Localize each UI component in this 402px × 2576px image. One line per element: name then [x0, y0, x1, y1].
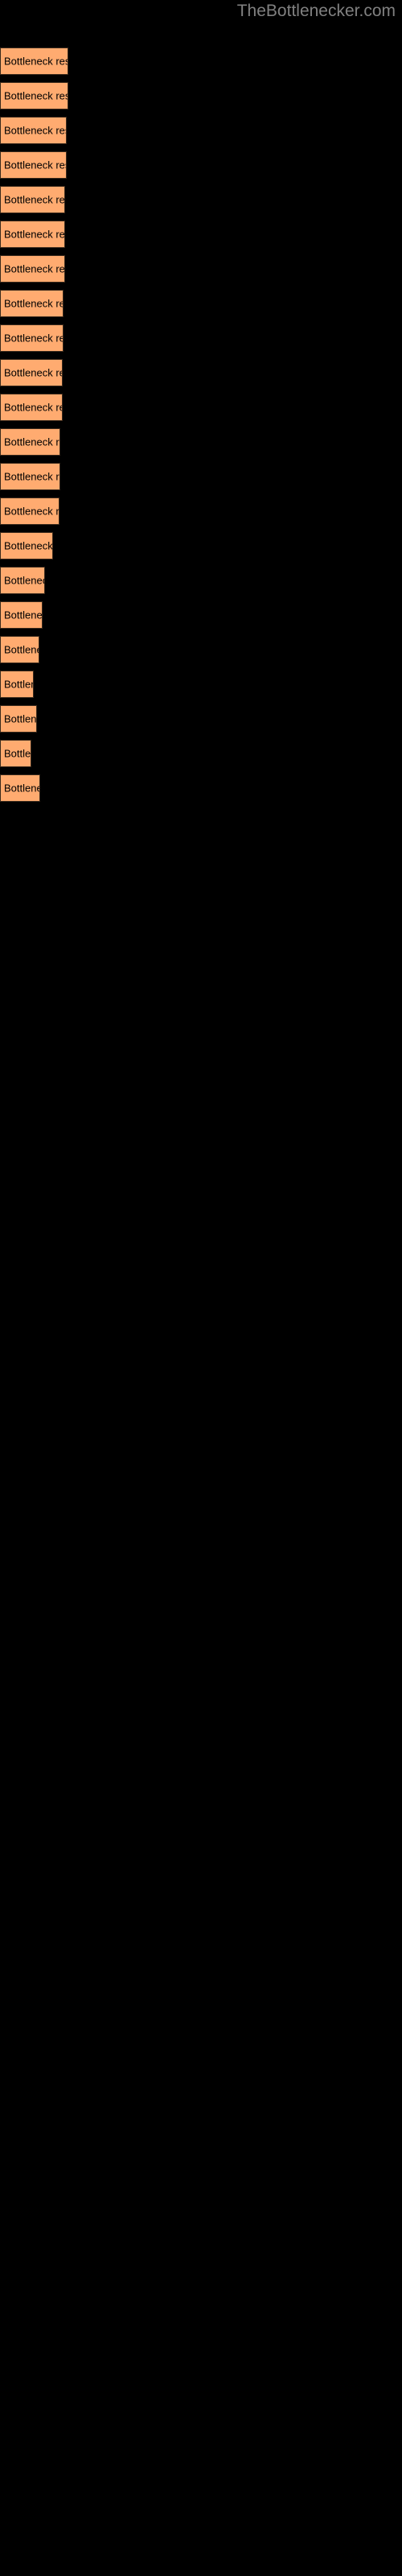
bottleneck-bar-chart: Bottleneck result Bottleneck result Bott… [0, 0, 402, 2576]
bar[interactable]: Bottleneck result [0, 47, 68, 75]
bar[interactable]: Bottleneck result [0, 497, 59, 525]
bar[interactable]: Bottleneck result [0, 740, 31, 767]
bar[interactable]: Bottleneck result [0, 221, 65, 248]
bar-label: Bottleneck result [4, 262, 65, 275]
bar-label: Bottleneck result [4, 89, 68, 102]
bar-label: Bottleneck result [4, 193, 65, 206]
bar-label: Bottleneck result [4, 401, 62, 414]
bar[interactable]: Bottleneck result [0, 324, 64, 352]
bar-label: Bottleneck result [4, 643, 39, 656]
bar-label: Bottleneck result [4, 332, 63, 345]
bar-label: Bottleneck result [4, 297, 63, 310]
bar[interactable]: Bottleneck result [0, 394, 63, 421]
bar[interactable]: Bottleneck result [0, 151, 67, 179]
bar[interactable]: Bottleneck result [0, 532, 53, 559]
bar[interactable]: Bottleneck result [0, 774, 40, 802]
bar-label: Bottleneck result [4, 609, 43, 621]
bar-label: Bottleneck result [4, 159, 66, 171]
bar-label: Bottleneck result [4, 55, 68, 68]
bar-label: Bottleneck result [4, 678, 33, 691]
bar[interactable]: Bottleneck result [0, 117, 67, 144]
bar[interactable]: Bottleneck result [0, 82, 68, 109]
bar[interactable]: Bottleneck result [0, 186, 65, 213]
bar[interactable]: Bottleneck result [0, 705, 37, 733]
bar[interactable]: Bottleneck result [0, 671, 34, 698]
bar[interactable]: Bottleneck result [0, 567, 45, 594]
bar-label: Bottleneck result [4, 574, 44, 587]
bar[interactable]: Bottleneck result [0, 636, 39, 663]
bar-label: Bottleneck result [4, 505, 59, 518]
bar-label: Bottleneck result [4, 470, 59, 483]
bar-label: Bottleneck result [4, 228, 65, 241]
bar[interactable]: Bottleneck result [0, 255, 65, 283]
bar[interactable]: Bottleneck result [0, 290, 64, 317]
bar-label: Bottleneck result [4, 782, 39, 795]
bar[interactable]: Bottleneck result [0, 428, 60, 456]
bar-label: Bottleneck result [4, 747, 31, 760]
bar-label: Bottleneck result [4, 366, 62, 379]
bar[interactable]: Bottleneck result [0, 601, 43, 629]
bar-label: Bottleneck result [4, 124, 66, 137]
bar-label: Bottleneck result [4, 436, 59, 448]
bar-label: Bottleneck result [4, 539, 53, 552]
bar[interactable]: Bottleneck result [0, 463, 60, 490]
bar[interactable]: Bottleneck result [0, 359, 63, 386]
bar-label: Bottleneck result [4, 712, 37, 725]
